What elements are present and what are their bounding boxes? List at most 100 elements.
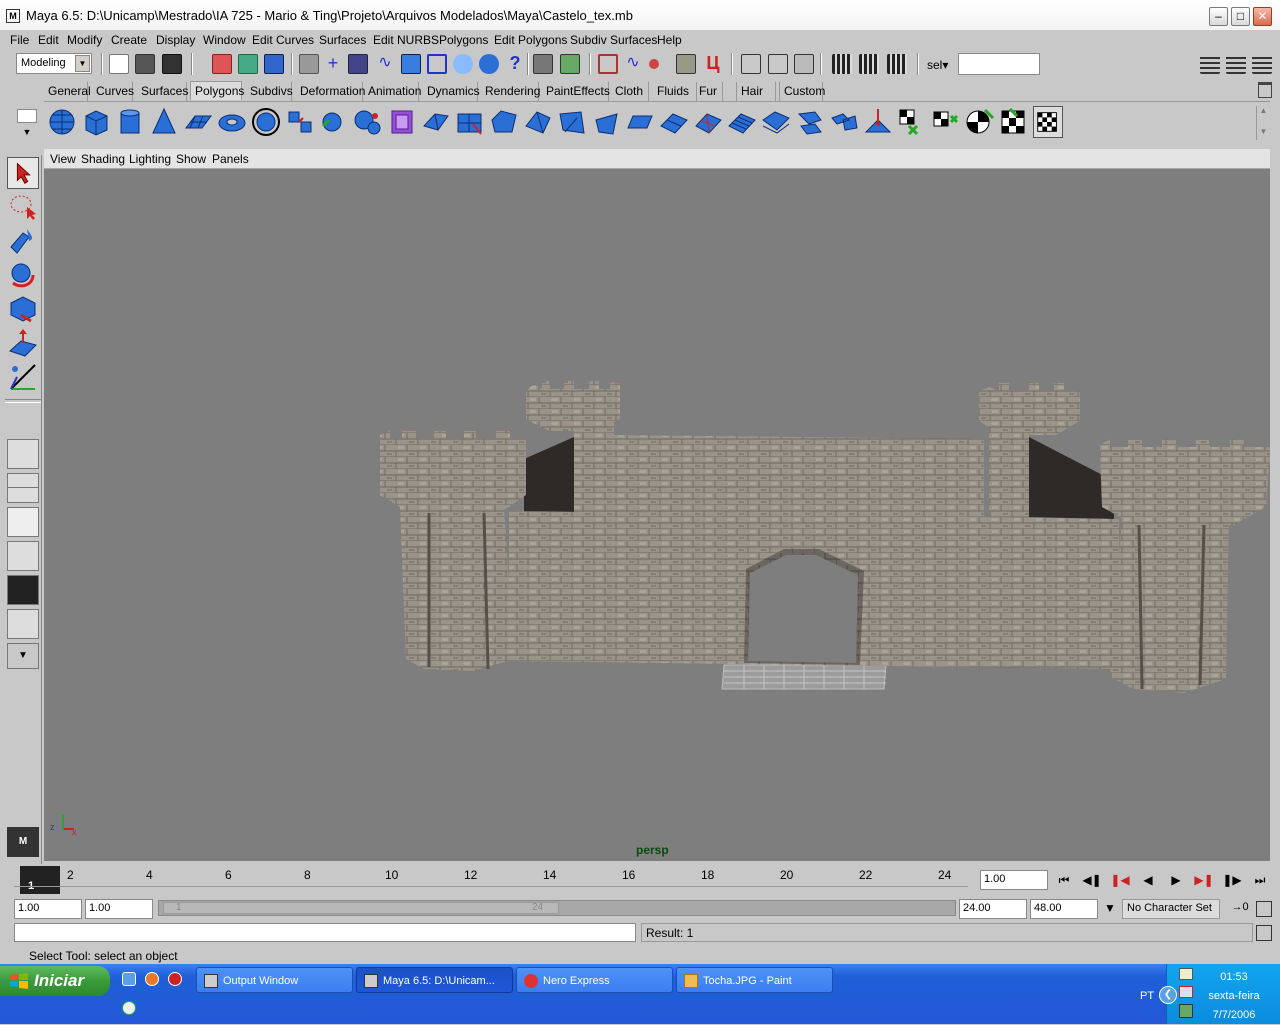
menu-subdiv-surfaces[interactable]: Subdiv Surfaces [570,33,657,47]
select-by-component-icon[interactable] [264,54,284,74]
lattice-icon[interactable] [427,54,447,74]
language-indicator[interactable]: PT [1140,990,1154,1002]
lock-icon[interactable] [533,54,553,74]
menu-edit[interactable]: Edit [38,33,59,47]
task-output-window[interactable]: Output Window [196,967,353,993]
shelf-tab-custom[interactable]: Custom [779,82,825,101]
poly-cylinder-icon[interactable] [115,106,145,138]
render-view-icon[interactable] [832,54,852,74]
menu-surfaces[interactable]: Surfaces [319,33,366,47]
snap-to-point-icon[interactable] [649,59,659,69]
shelf-tab-hair[interactable]: Hair [736,82,776,101]
help-icon[interactable]: ? [505,54,525,74]
persp-outliner-layout-icon[interactable] [7,507,39,537]
range-slider[interactable]: 1 24 [158,900,956,916]
task-nero-express[interactable]: Nero Express [516,967,673,993]
paint-selection-tool-icon[interactable] [7,225,39,257]
append-polygon-icon[interactable] [659,106,689,138]
uv-sphere-checker-icon[interactable] [965,106,995,138]
menu-file[interactable]: File [10,33,29,47]
panel-menu-view[interactable]: View [50,152,76,166]
auto-key-icon[interactable]: →0 [1228,901,1252,917]
select-tool-icon[interactable] [7,157,39,189]
surface-icon[interactable] [401,54,421,74]
menu-help[interactable]: Help [657,33,682,47]
snap-to-grid-icon[interactable] [598,54,618,74]
start-button[interactable]: Iniciar [0,966,110,996]
range-slider-handle[interactable]: 1 24 [163,902,559,914]
construction-history-icon[interactable] [794,54,814,74]
render-icon[interactable] [479,54,499,74]
quick-selection-input[interactable] [958,53,1040,75]
script-editor-icon[interactable] [1256,925,1272,941]
play-forwards-icon[interactable]: ▶ [1164,870,1188,890]
open-scene-icon[interactable] [135,54,155,74]
selection-mask-icon[interactable] [299,54,319,74]
panel-menu-shading[interactable]: Shading [81,152,125,166]
split-polygon-icon[interactable] [557,106,587,138]
end-time-field[interactable]: 48.00 [1030,899,1098,919]
firefox-quicklaunch-icon[interactable] [145,972,159,986]
render-current-frame-icon[interactable] [859,54,879,74]
shelf-tab-curves[interactable]: Curves [92,82,134,101]
uv-checker-icon[interactable] [1033,106,1063,138]
trash-icon[interactable] [1258,82,1272,98]
persp-hypershade-layout-icon[interactable] [7,609,39,639]
go-to-end-icon[interactable]: ⏭ [1248,870,1272,890]
light-icon[interactable] [453,54,473,74]
poly-cube-icon[interactable] [81,106,111,138]
extrude-edge-icon[interactable] [455,106,485,138]
extrude-faces-icon[interactable] [625,106,655,138]
smooth-icon[interactable] [387,106,417,138]
new-scene-icon[interactable] [109,54,129,74]
chevron-down-icon[interactable]: ▼ [1100,901,1120,919]
task-paint[interactable]: Tocha.JPG - Paint [676,967,833,993]
task-maya[interactable]: Maya 6.5: D:\Unicam... [356,967,513,993]
menu-window[interactable]: Window [203,33,246,47]
layout-menu-arrow-icon[interactable]: ▼ [7,643,39,669]
select-by-object-icon[interactable] [238,54,258,74]
input-history-icon[interactable] [741,54,761,74]
step-forward-frame-icon[interactable]: ❚▶ [1220,870,1244,890]
maximize-button[interactable]: □ [1231,7,1250,26]
castle-model[interactable] [44,169,1270,861]
automatic-mapping-icon[interactable] [863,106,893,138]
chevron-left-icon[interactable]: ❮ [1159,986,1177,1004]
highlight-icon[interactable] [560,54,580,74]
single-perspective-layout-icon[interactable] [7,439,39,469]
shelf-tab-surfaces[interactable]: Surfaces [137,82,188,101]
step-back-frame-icon[interactable]: ◀❚ [1080,870,1104,890]
spherical-mapping-icon[interactable] [829,106,859,138]
go-to-start-icon[interactable]: ⏮ [1052,870,1076,890]
shelf-tab-general[interactable]: General [44,82,91,101]
perspective-viewport[interactable]: z x persp [44,169,1270,861]
shelf-tab-dynamics[interactable]: Dynamics [423,82,480,101]
shelf-tab-fluids[interactable]: Fluids [653,82,697,101]
menu-set-dropdown[interactable]: Modeling ▼ [16,53,92,74]
shelf-tab-fur[interactable]: Fur [695,82,723,101]
uv-shell-icon[interactable] [999,106,1029,138]
handle-icon[interactable] [348,54,368,74]
save-scene-icon[interactable] [162,54,182,74]
shelf-menu-arrow-icon[interactable]: ▼ [17,127,37,141]
duplicate-face-icon[interactable] [693,106,723,138]
shelf-tab-animation[interactable]: Animation [364,82,421,101]
network-tray-icon[interactable] [1179,968,1193,980]
printer-tray-icon[interactable] [1179,1004,1193,1018]
output-history-icon[interactable] [768,54,788,74]
play-backwards-icon[interactable]: ◀ [1136,870,1160,890]
panel-menu-show[interactable]: Show [176,152,206,166]
maya-app-icon[interactable]: M [6,9,20,23]
shelf-tab-subdivs[interactable]: Subdivs [246,82,293,101]
shelf-scroll[interactable]: ▲ ▼ [1256,106,1270,140]
chevron-down-icon[interactable]: ▼ [75,55,90,72]
character-set-dropdown[interactable]: No Character Set [1122,899,1220,919]
separate-icon[interactable] [319,106,349,138]
move-tool-icon[interactable] [7,259,39,291]
planar-mapping-icon[interactable] [761,106,791,138]
subdivide-icon[interactable] [727,106,757,138]
safely-remove-tray-icon[interactable] [1179,986,1193,998]
media-player-quicklaunch-icon[interactable] [122,1001,136,1015]
opera-quicklaunch-icon[interactable] [168,972,182,986]
scale-tool-icon[interactable] [7,327,39,359]
